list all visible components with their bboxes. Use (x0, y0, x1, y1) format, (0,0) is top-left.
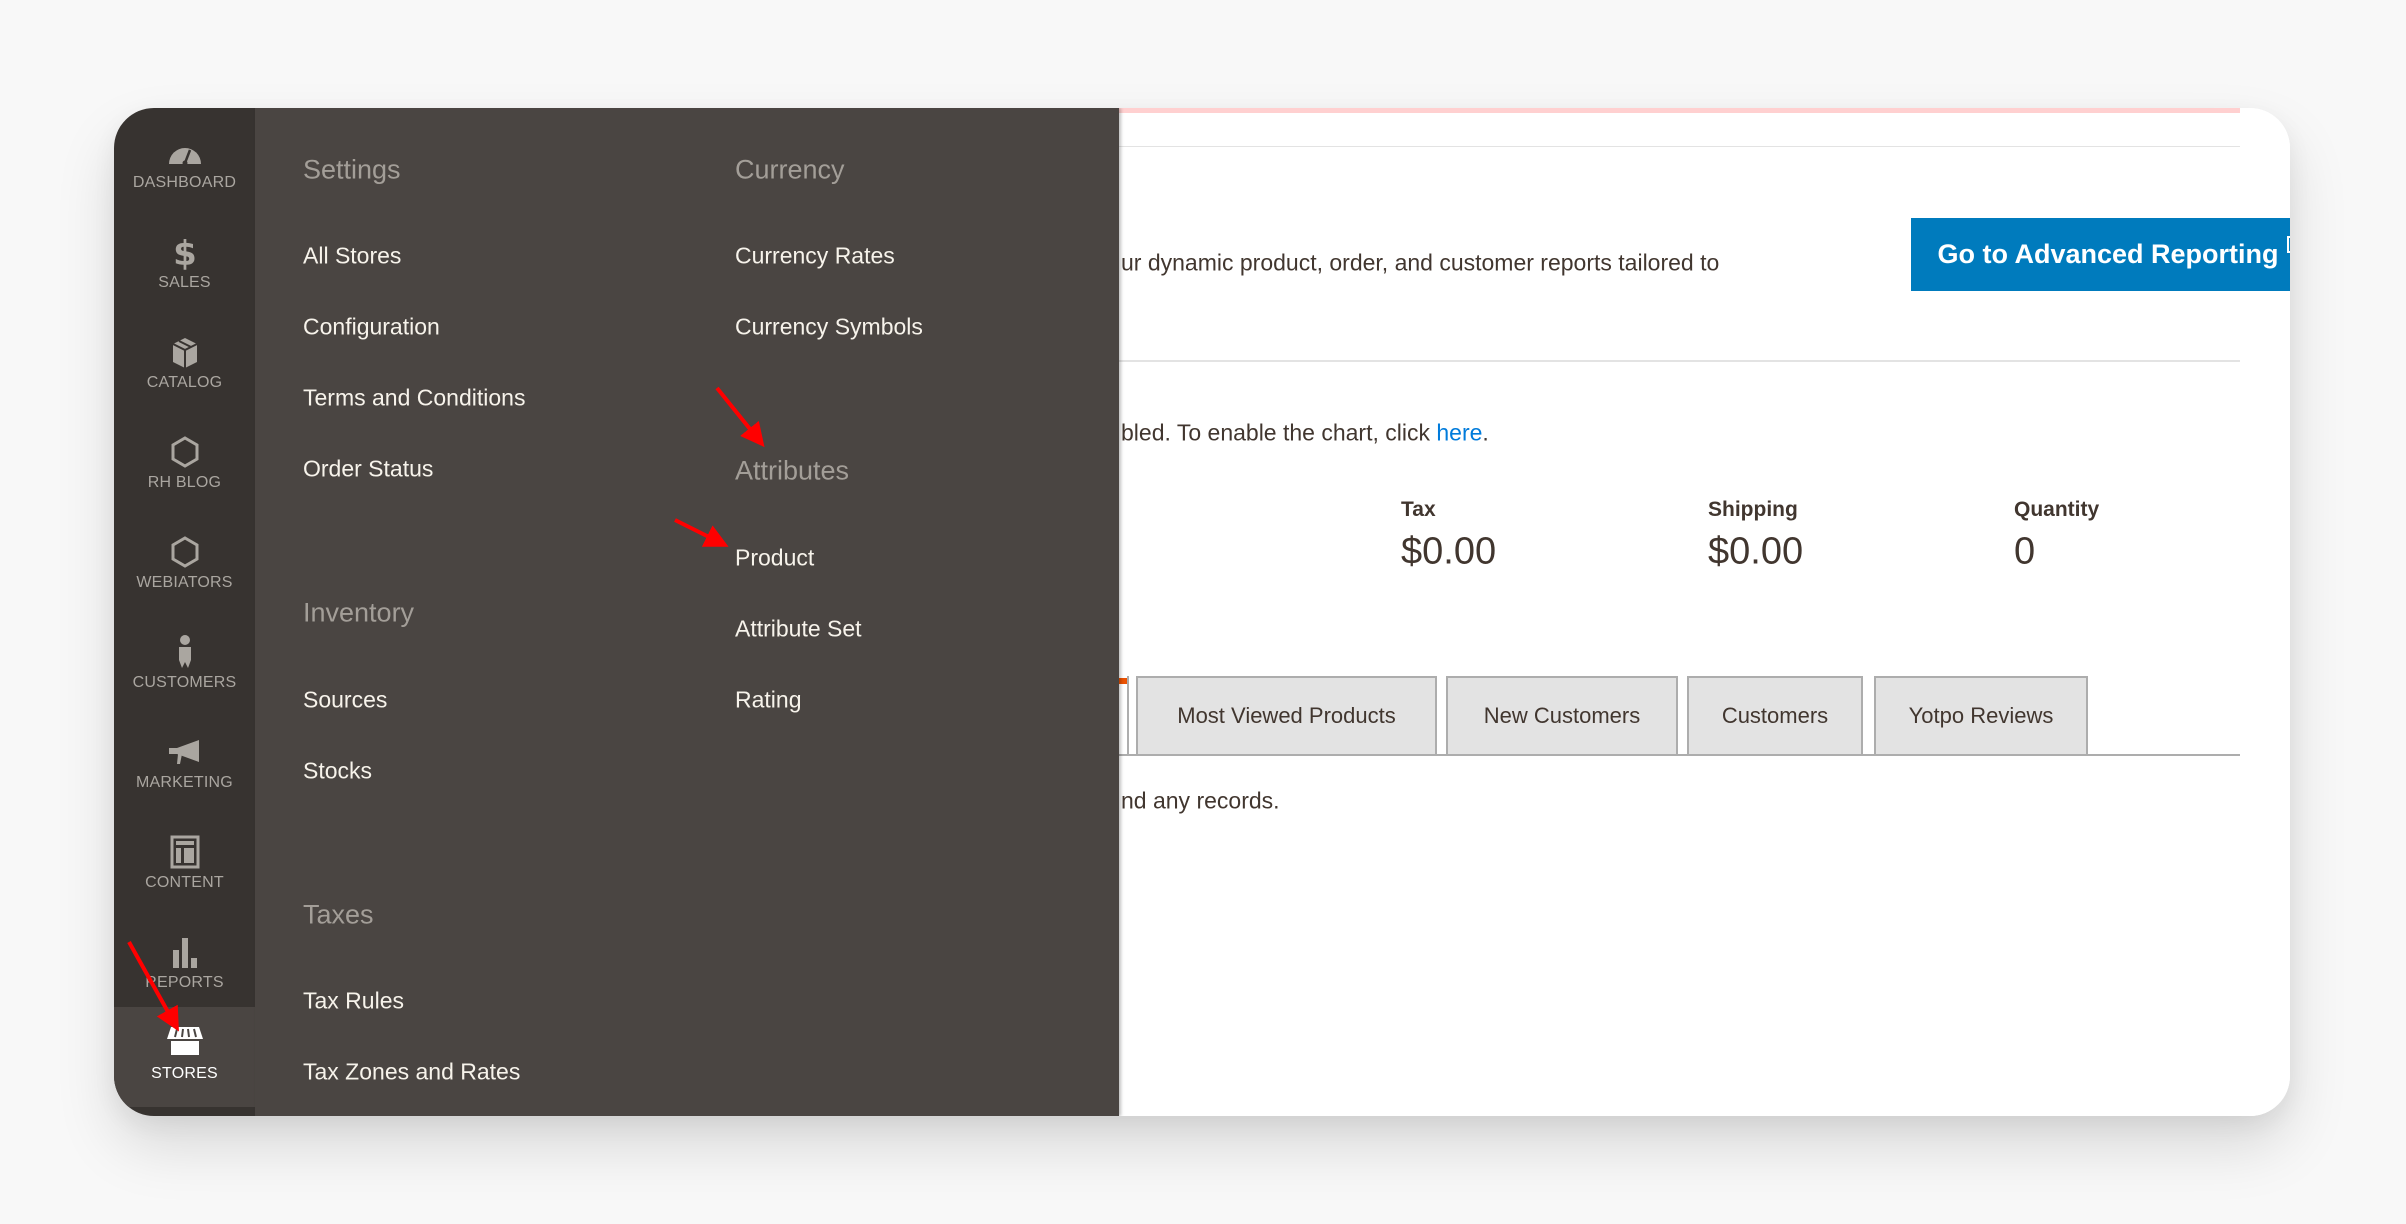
sidebar-item-customers[interactable]: CUSTOMERS (114, 620, 255, 720)
stores-flyout-menu: Settings All Stores Configuration Terms … (255, 108, 1119, 1116)
tab-yotpo-reviews[interactable]: Yotpo Reviews (1874, 676, 2088, 754)
menu-link-order-status[interactable]: Order Status (303, 456, 433, 483)
menu-heading-attributes: Attributes (735, 455, 850, 486)
sidebar-label: CUSTOMERS (132, 674, 237, 691)
sidebar-item-sales[interactable]: $ SALES (114, 220, 255, 320)
sidebar-label: DASHBOARD (132, 174, 237, 191)
menu-link-configuration[interactable]: Configuration (303, 314, 440, 341)
button-label: Go to Advanced Reporting (1937, 239, 2279, 269)
store-icon (166, 1027, 203, 1055)
dollar-icon: $ (173, 234, 197, 270)
sidebar-label: RH BLOG (147, 474, 222, 491)
sidebar-label: CONTENT (145, 874, 224, 891)
sidebar-item-catalog[interactable]: CATALOG (114, 320, 255, 420)
sidebar-label: CATALOG (146, 374, 223, 391)
menu-link-tax-rules[interactable]: Tax Rules (303, 988, 404, 1015)
external-link-icon (2286, 236, 2290, 253)
menu-heading-settings: Settings (303, 154, 401, 185)
stat-label-tax: Tax (1401, 498, 1436, 521)
hexagon-icon (171, 536, 198, 568)
menu-link-currency-rates[interactable]: Currency Rates (735, 243, 895, 270)
menu-heading-taxes: Taxes (303, 899, 374, 930)
menu-heading-inventory: Inventory (303, 597, 415, 628)
tab-customers[interactable]: Customers (1687, 676, 1863, 754)
menu-heading-currency: Currency (735, 154, 845, 185)
sidebar-label: MARKETING (136, 774, 233, 791)
sidebar-label: SALES (158, 274, 211, 291)
menu-link-tax-zones-and-rates[interactable]: Tax Zones and Rates (303, 1059, 520, 1086)
box-icon (172, 338, 197, 368)
admin-sidebar: DASHBOARD $ SALES CATALOG RH BLOG WEBIAT… (114, 108, 255, 1116)
divider (1119, 360, 2240, 362)
tab-most-viewed-products[interactable]: Most Viewed Products (1136, 676, 1437, 754)
sidebar-item-marketing[interactable]: MARKETING (114, 720, 255, 820)
sidebar-item-stores[interactable]: STORES (114, 1007, 255, 1107)
sidebar-label: WEBIATORS (136, 574, 233, 591)
tabs-baseline (1119, 754, 2240, 756)
menu-link-stocks[interactable]: Stocks (303, 758, 372, 785)
chart-disabled-notice: bled. To enable the chart, click here. (1121, 420, 1489, 447)
sidebar-label: STORES (151, 1065, 218, 1082)
notice-end: . (1482, 419, 1489, 446)
tab-active-partial[interactable] (1119, 676, 1129, 756)
notification-bar (1119, 108, 2240, 113)
go-to-advanced-reporting-button[interactable]: Go to Advanced Reporting (1911, 218, 2290, 291)
menu-link-all-stores[interactable]: All Stores (303, 243, 401, 270)
bar-chart-icon (172, 938, 197, 968)
megaphone-icon (168, 740, 199, 764)
menu-link-rating[interactable]: Rating (735, 687, 801, 714)
stat-label-quantity: Quantity (2014, 498, 2100, 521)
admin-window: DASHBOARD $ SALES CATALOG RH BLOG WEBIAT… (114, 108, 2290, 1116)
sidebar-label: REPORTS (145, 974, 224, 991)
sidebar-item-reports[interactable]: REPORTS (114, 920, 255, 1020)
stat-label-shipping: Shipping (1708, 498, 1798, 521)
advanced-reporting-description: ur dynamic product, order, and customer … (1121, 249, 1720, 276)
menu-link-terms-and-conditions[interactable]: Terms and Conditions (303, 385, 525, 412)
svg-text:$: $ (173, 234, 197, 270)
stat-value-shipping: $0.00 (1708, 530, 1804, 573)
dashboard-content: ur dynamic product, order, and customer … (1119, 108, 2290, 1116)
sidebar-item-content[interactable]: CONTENT (114, 820, 255, 920)
no-records-message: nd any records. (1121, 787, 1280, 814)
person-icon (178, 635, 191, 668)
stat-value-tax: $0.00 (1401, 530, 1497, 573)
layout-icon (170, 835, 199, 869)
stat-value-quantity: 0 (2014, 530, 2036, 573)
sidebar-item-webiators[interactable]: WEBIATORS (114, 520, 255, 620)
menu-link-sources[interactable]: Sources (303, 687, 387, 714)
menu-link-product[interactable]: Product (735, 545, 814, 572)
tab-new-customers[interactable]: New Customers (1446, 676, 1678, 754)
menu-link-attribute-set[interactable]: Attribute Set (735, 616, 862, 643)
hexagon-icon (171, 436, 198, 468)
enable-chart-link[interactable]: here (1436, 420, 1482, 446)
notice-text: bled. To enable the chart, click (1121, 419, 1437, 446)
sidebar-item-dashboard[interactable]: DASHBOARD (114, 120, 255, 220)
sidebar-item-rh-blog[interactable]: RH BLOG (114, 420, 255, 520)
menu-link-currency-symbols[interactable]: Currency Symbols (735, 314, 923, 341)
divider (1119, 146, 2240, 147)
dashboard-icon (168, 148, 201, 166)
